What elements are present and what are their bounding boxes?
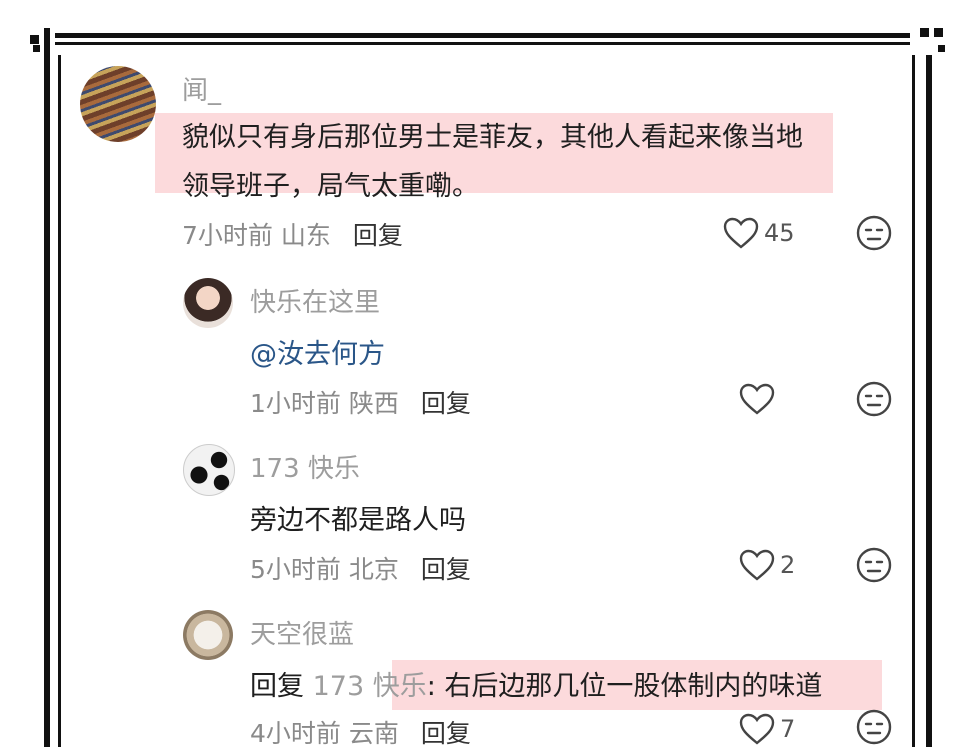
comment-meta: 5小时前 北京 回复 [250,550,471,586]
frame-corner-right-2 [934,28,943,37]
mention-link[interactable]: @汝去何方 [250,339,385,370]
comment-meta: 7小时前 山东 回复 [182,216,403,252]
timestamp: 1小时前 [250,389,341,418]
location: 陕西 [348,389,399,418]
comment-text: 貌似只有身后那位男士是菲友，其他人看起来像当地 领导班子，局气太重嘞。 [182,122,803,202]
frame-right-bar [912,55,915,747]
avatar[interactable] [183,610,233,660]
reply-button[interactable]: 回复 [353,221,403,250]
location: 山东 [280,221,331,250]
reply-button[interactable]: 回复 [421,719,471,748]
heart-icon [739,549,775,581]
heart-icon [739,713,775,745]
username[interactable]: 闻_ [182,70,221,107]
comment-text: 旁边不都是路人吗 [250,505,466,536]
comment-meta: 1小时前 陕西 回复 [250,384,471,420]
reply-button[interactable]: 回复 [421,389,471,418]
location: 北京 [348,555,399,584]
neutral-face-icon[interactable] [855,546,893,584]
timestamp: 7小时前 [182,221,273,250]
reply-prefix: 回复 [250,671,304,702]
username[interactable]: 173 快乐 [250,448,360,485]
frame-right-bar-thick [926,55,932,747]
frame-corner-right [920,28,929,37]
reply-target[interactable]: 173 快乐 [313,671,427,702]
like-button[interactable]: 2 [738,548,795,582]
avatar[interactable] [80,66,156,142]
neutral-face-icon[interactable] [855,380,893,418]
frame-top [55,33,930,47]
frame-dot-left [33,45,40,52]
comment-text: @汝去何方 [250,330,385,379]
neutral-face-icon[interactable] [855,708,893,746]
username[interactable]: 快乐在这里 [250,282,380,319]
like-button[interactable]: 45 [722,216,795,250]
timestamp: 4小时前 [250,719,341,748]
avatar[interactable] [183,278,233,328]
heart-icon [739,383,775,415]
frame-dot-right [938,45,945,52]
like-count: 7 [780,715,796,743]
frame-left-bar-thin [58,55,61,747]
location: 云南 [348,719,399,748]
comment-text: 回复 173 快乐: 右后边那几位一股体制内的味道 [250,671,823,702]
username[interactable]: 天空很蓝 [250,614,354,651]
comment-meta: 4小时前 云南 回复 [250,714,471,750]
neutral-face-icon[interactable] [855,214,893,252]
like-count: 45 [764,219,795,247]
avatar[interactable] [183,444,235,496]
like-button[interactable] [738,382,780,416]
heart-icon [723,217,759,249]
like-button[interactable]: 7 [738,712,795,746]
like-count: 2 [780,551,796,579]
frame-corner-left [30,35,39,44]
frame-left-bar [44,28,50,747]
timestamp: 5小时前 [250,555,341,584]
reply-button[interactable]: 回复 [421,555,471,584]
